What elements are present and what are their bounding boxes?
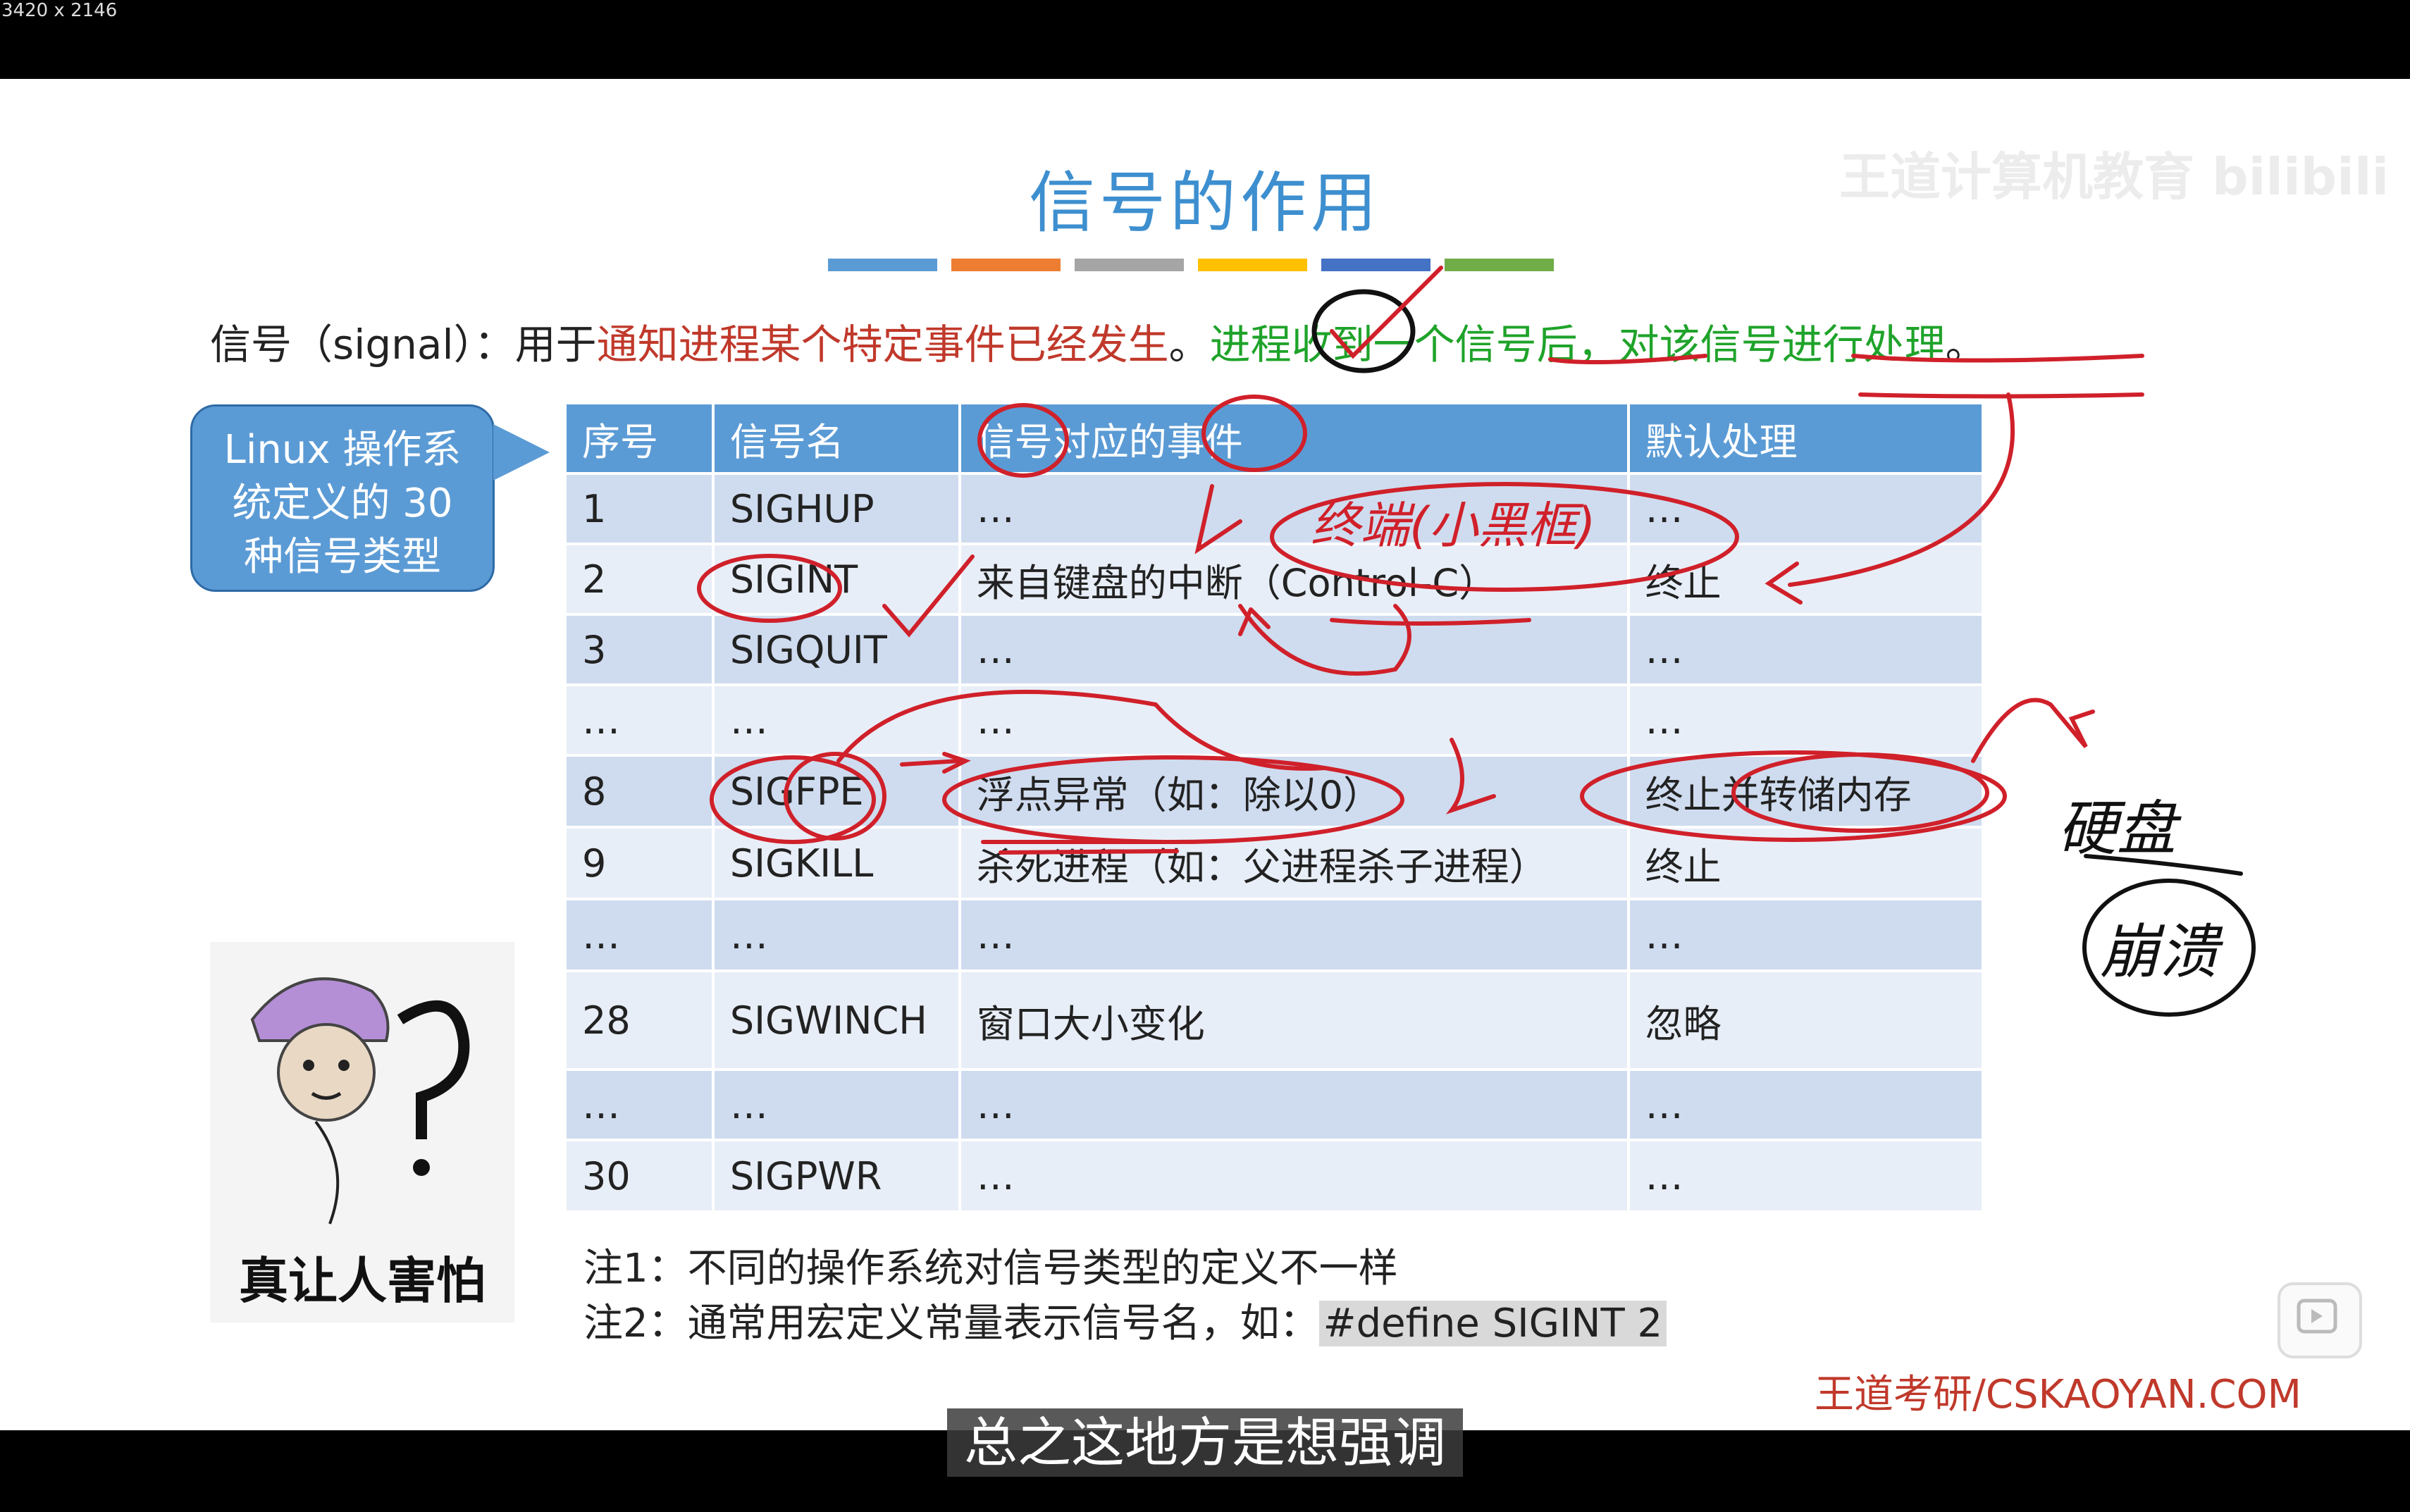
handwritten-annotations: 终端(小黑框) 硬盘 崩溃 [697, 266, 2256, 1017]
handwriting-disk: 硬盘 [2058, 794, 2182, 863]
video-subtitle: 总之这地方是想强调 [0, 1399, 2410, 1477]
video-play-button[interactable] [2278, 1282, 2362, 1358]
handwriting-crash: 崩溃 [2100, 917, 2224, 986]
handwriting-terminal: 终端(小黑框) [1311, 497, 1596, 554]
play-icon [2297, 1299, 2337, 1334]
subtitle-text: 总之这地方是想强调 [947, 1408, 1463, 1477]
